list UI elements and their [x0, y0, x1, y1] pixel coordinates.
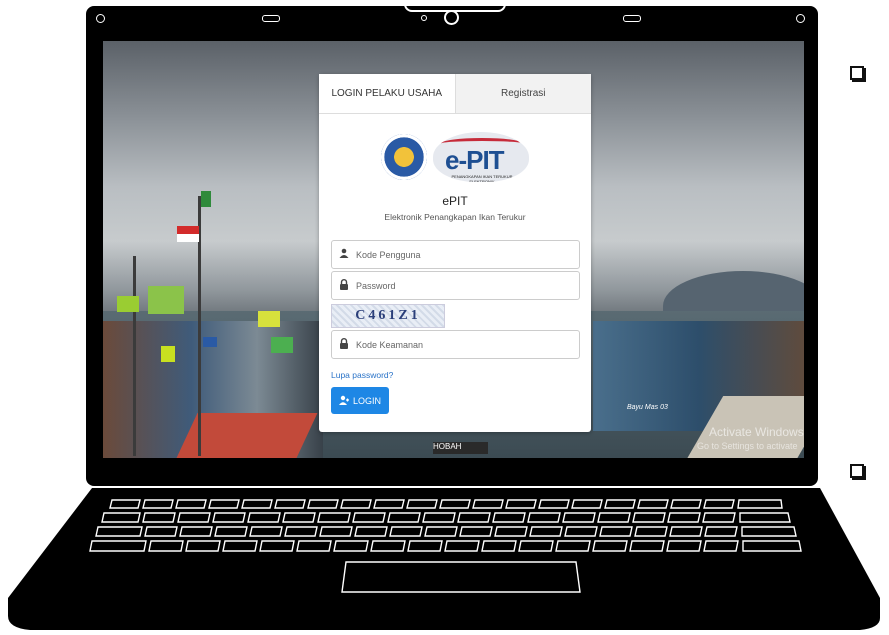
security-code-field[interactable]: Kode Keamanan — [331, 330, 580, 359]
flag-pole — [133, 256, 136, 456]
tab-bar: LOGIN PELAKU USAHA Registrasi — [319, 74, 591, 114]
security-code-placeholder: Kode Keamanan — [356, 339, 424, 350]
login-button[interactable]: LOGIN — [331, 387, 389, 414]
bezel-indicator — [623, 15, 641, 22]
mic-dot — [421, 15, 427, 21]
epit-logo: e-PIT PENANGKAPAN IKAN TERUKUR ELEKTRONI… — [433, 132, 529, 182]
flag-green — [201, 191, 211, 207]
flag-blue — [203, 337, 217, 347]
login-card: LOGIN PELAKU USAHA Registrasi e-PIT PENA… — [319, 74, 591, 432]
password-field[interactable]: Password — [331, 271, 580, 300]
laptop-keyboard-base — [8, 488, 880, 630]
flag-green — [271, 337, 293, 353]
lock-icon — [332, 337, 356, 352]
bezel-indicator — [262, 15, 280, 22]
activate-windows-watermark: Activate Windows — [709, 425, 804, 439]
login-button-label: LOGIN — [352, 395, 381, 406]
app-name: ePIT — [442, 194, 468, 208]
epit-logo-tagline: PENANGKAPAN IKAN TERUKUR ELEKTRONIK — [451, 174, 513, 182]
username-field[interactable]: Kode Pengguna — [331, 240, 580, 269]
tab-registrasi[interactable]: Registrasi — [455, 74, 591, 113]
lock-icon — [332, 278, 356, 293]
boat-name: Bayu Mas 03 — [627, 404, 668, 411]
webcam-icon — [444, 10, 459, 25]
user-icon — [332, 248, 356, 261]
login-user-icon — [338, 395, 349, 407]
epit-logo-text: e-PIT — [445, 145, 505, 175]
kkp-seal-logo — [381, 134, 427, 180]
logo-row: e-PIT PENANGKAPAN IKAN TERUKUR ELEKTRONI… — [381, 132, 531, 186]
tab-login-pelaku-usaha[interactable]: LOGIN PELAKU USAHA — [319, 74, 456, 113]
flag-green — [117, 296, 139, 312]
bezel-dot — [96, 14, 105, 23]
bezel-dot — [796, 14, 805, 23]
bullet-checkbox-icon — [850, 464, 864, 478]
laptop-screen: HOBAH Bayu Mas 03 Activate Windows Go to… — [103, 41, 804, 458]
flag-indonesia — [177, 226, 199, 242]
app-description: Elektronik Penangkapan Ikan Terukur — [384, 212, 526, 222]
flag-yellow — [161, 346, 175, 362]
flag-green — [148, 286, 184, 314]
activate-windows-subtitle: Go to Settings to activate — [697, 441, 798, 451]
password-placeholder: Password — [356, 280, 396, 291]
username-placeholder: Kode Pengguna — [356, 249, 421, 260]
bullet-checkbox-icon — [850, 66, 864, 80]
flag-yellow — [258, 311, 280, 327]
boat-label: HOBAH — [433, 442, 488, 454]
captcha-image: C461Z1 — [331, 304, 445, 328]
forgot-password-link[interactable]: Lupa password? — [331, 370, 393, 380]
